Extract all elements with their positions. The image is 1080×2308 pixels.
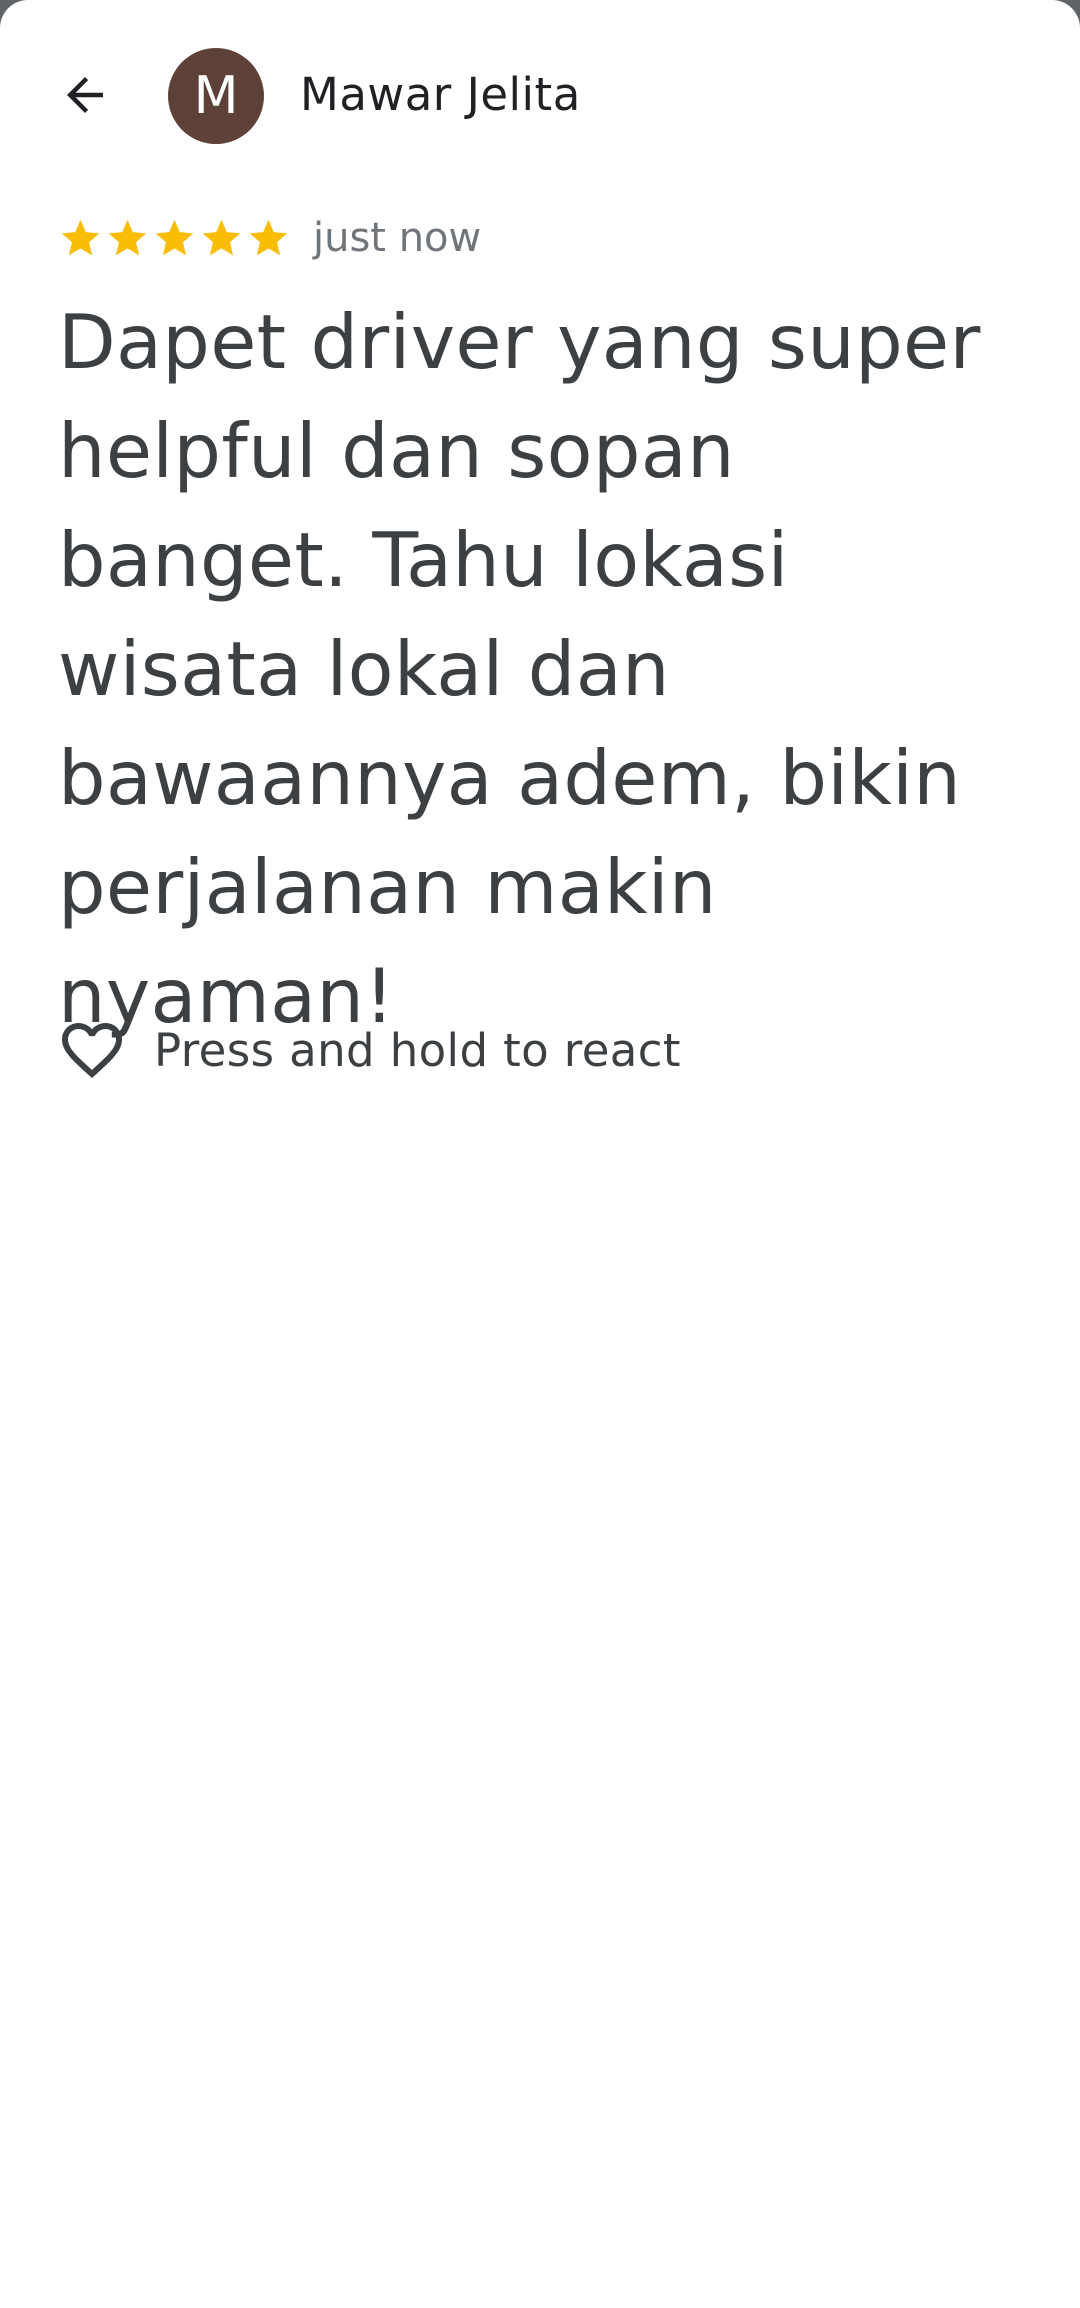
heart-outline-icon (56, 1014, 128, 1086)
back-button[interactable] (40, 50, 130, 140)
arrow-back-icon (67, 77, 103, 113)
star-icon (58, 216, 103, 261)
rating-row: just now (58, 210, 481, 266)
star-icon (105, 216, 150, 261)
react-button[interactable]: Press and hold to react (56, 1010, 681, 1090)
avatar-initial: M (193, 66, 239, 126)
review-timestamp: just now (313, 215, 482, 261)
star-icon (152, 216, 197, 261)
react-label: Press and hold to react (154, 1023, 681, 1077)
star-icon (246, 216, 291, 261)
review-text: Dapet driver yang super helpful dan sopa… (58, 298, 981, 1040)
avatar[interactable]: M (168, 48, 264, 144)
review-header: M Mawar Jelita (0, 0, 1080, 192)
author-name[interactable]: Mawar Jelita (300, 68, 581, 121)
star-icon (199, 216, 244, 261)
star-rating (58, 216, 291, 261)
review-sheet: M Mawar Jelita just now Dapet driver yan… (0, 0, 1080, 2308)
